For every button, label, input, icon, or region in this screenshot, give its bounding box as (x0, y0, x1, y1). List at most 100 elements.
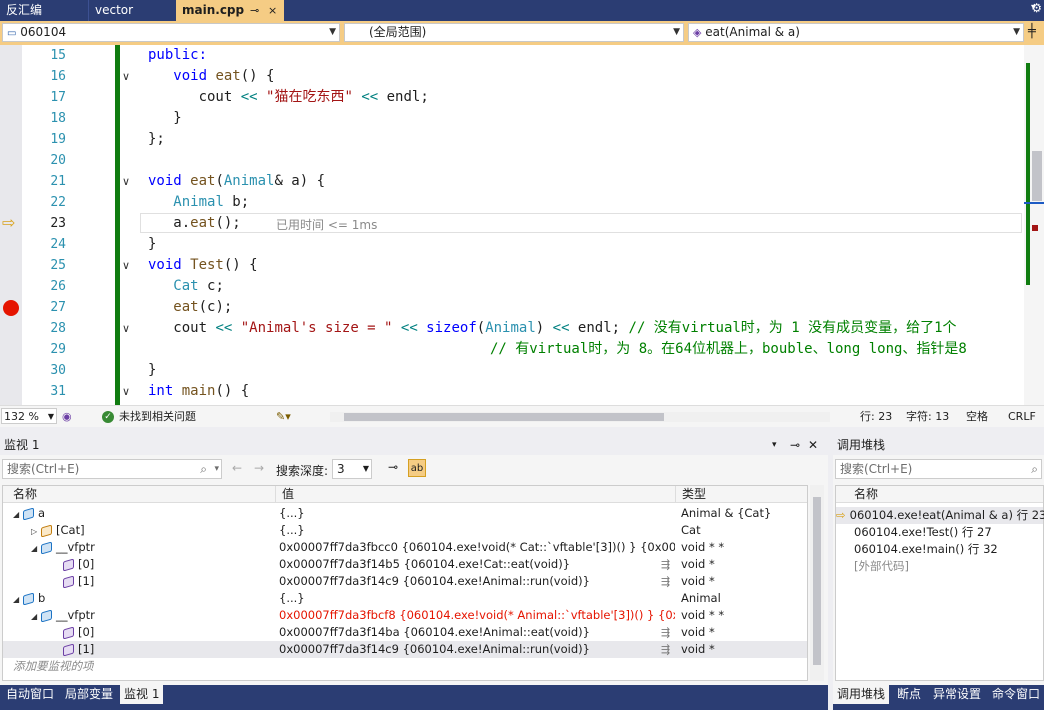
search-icon[interactable]: ⌕ (1031, 460, 1038, 478)
member-dropdown[interactable]: ◈ eat(Animal & a) ▼ (688, 23, 1024, 42)
collapse-arrow-icon[interactable]: ◢ (13, 591, 23, 608)
hex-toggle-icon[interactable]: ab (408, 459, 426, 477)
pin-icon[interactable]: ⊸ (250, 0, 259, 21)
scrollbar-thumb[interactable] (813, 497, 821, 665)
forward-arrow-icon[interactable]: → (254, 461, 264, 475)
tab-disassembly[interactable]: 反汇编 (0, 0, 88, 21)
pin-icon[interactable]: ⊸ (790, 435, 800, 455)
collapse-arrow-icon[interactable]: ◢ (31, 540, 41, 557)
tab-main-cpp[interactable]: main.cpp ⊸ × (176, 0, 284, 21)
add-watch-placeholder[interactable]: 添加要监视的项 (13, 658, 94, 675)
table-row[interactable]: ▷ [Cat] {...} Cat (3, 522, 807, 539)
tab-call-stack[interactable]: 调用堆栈 (833, 685, 890, 704)
expand-arrow-icon[interactable]: ▷ (31, 523, 41, 540)
table-row-selected[interactable]: [1] 0x00007ff7da3f14c9 {060104.exe!Anima… (3, 641, 807, 658)
tab-breakpoints[interactable]: 断点 (893, 685, 925, 704)
visualizer-icon[interactable]: ⇶ (661, 641, 670, 658)
variable-value-changed: 0x00007ff7da3fbcf8 {060104.exe!void(* An… (279, 608, 675, 622)
copilot-icon[interactable]: ◉ (62, 406, 72, 428)
chevron-down-icon: ▼ (47, 412, 54, 421)
table-row[interactable]: [1] 0x00007ff7da3f14c9 {060104.exe!Anima… (3, 573, 807, 590)
fold-chevron-icon[interactable]: ∨ (122, 171, 130, 192)
breakpoint-icon[interactable] (3, 300, 19, 316)
field-icon (63, 558, 74, 571)
keyword: void (173, 68, 208, 84)
function-name: Test (181, 257, 224, 273)
variable-value: 0x00007ff7da3fbcc0 {060104.exe!void(* Ca… (279, 540, 675, 554)
zoom-dropdown[interactable]: 132 % ▼ (1, 408, 57, 424)
fold-chevron-icon[interactable]: ∨ (122, 381, 130, 402)
code-text: a. (173, 215, 191, 231)
column-header-name[interactable]: 名称 (836, 486, 1043, 503)
stack-frame[interactable]: 060104.exe!main() 行 32 (854, 541, 998, 558)
fold-chevron-icon[interactable]: ∨ (122, 66, 130, 87)
watch-vertical-scrollbar[interactable] (810, 485, 824, 681)
tab-autos[interactable]: 自动窗口 (2, 685, 58, 704)
visualizer-icon[interactable]: ⇶ (661, 556, 670, 573)
line-number: 26 (50, 279, 66, 294)
table-row[interactable]: ◢ __vfptr 0x00007ff7da3fbcf8 {060104.exe!… (3, 607, 807, 624)
collapse-arrow-icon[interactable]: ◢ (13, 506, 23, 523)
scrollbar-breakpoint-marker (1032, 225, 1038, 231)
issues-status[interactable]: 未找到相关问题 (119, 406, 196, 428)
settings-gear-icon[interactable]: ⚙ (1031, 1, 1042, 15)
scope-dropdown[interactable]: (全局范围) ▼ (344, 23, 684, 42)
indent-mode[interactable]: 空格 (966, 406, 988, 428)
table-row[interactable]: ◢ a {...} Animal & {Cat} (3, 505, 807, 522)
back-arrow-icon[interactable]: ← (232, 461, 242, 475)
watch-window: 监视 1 ▾ ⊸ ✕ 搜索(Ctrl+E) ⌕ ▾ ← → 搜索深度: 3 ▼ … (0, 435, 828, 685)
tab-command-window[interactable]: 命令窗口 (988, 685, 1044, 704)
tab-vector[interactable]: vector (88, 0, 176, 21)
close-icon[interactable]: × (268, 0, 277, 21)
code-editor[interactable]: ⇨ 15 16 17 18 19 20 21 22 23 24 25 26 27… (0, 45, 1044, 405)
search-depth-dropdown[interactable]: 3 ▼ (332, 459, 372, 479)
add-watch-row[interactable]: 添加要监视的项 (3, 658, 807, 675)
visualizer-icon[interactable]: ⇶ (661, 573, 670, 590)
close-icon[interactable]: ✕ (808, 435, 818, 455)
stack-frame-external[interactable]: [外部代码] (854, 558, 909, 575)
chevron-down-icon[interactable]: ▾ (214, 460, 219, 478)
panel-title: 调用堆栈 (837, 438, 886, 452)
split-window-icon[interactable]: ╪ (1028, 24, 1036, 39)
visualizer-icon[interactable]: ⇶ (661, 624, 670, 641)
code-cleanup-icon[interactable]: ✎▾ (276, 406, 291, 428)
line-indicator[interactable]: 行: 23 (860, 406, 892, 428)
scrollbar-thumb[interactable] (1032, 151, 1042, 201)
project-dropdown[interactable]: ▭ 060104 ▼ (2, 23, 340, 42)
table-row[interactable]: [0] 0x00007ff7da3f14b5 {060104.exe!Cat::… (3, 556, 807, 573)
collapse-arrow-icon[interactable]: ◢ (31, 608, 41, 625)
tab-locals[interactable]: 局部变量 (61, 685, 117, 704)
search-icon[interactable]: ⌕ (200, 460, 207, 478)
line-number: 20 (50, 153, 66, 168)
chevron-down-icon[interactable]: ▾ (772, 435, 777, 455)
code-text: ( (476, 320, 486, 336)
code-text: } (148, 236, 157, 252)
scrollbar-thumb[interactable] (344, 413, 664, 421)
editor-vertical-scrollbar[interactable] (1024, 45, 1044, 405)
table-row[interactable]: ◢ __vfptr 0x00007ff7da3fbcc0 {060104.exe!… (3, 539, 807, 556)
pin-source-icon[interactable]: ⊸ (388, 460, 398, 474)
variable-type: void * * (681, 540, 725, 554)
editor-horizontal-scrollbar[interactable] (330, 412, 830, 422)
callstack-search-input[interactable]: 搜索(Ctrl+E) ⌕ (835, 459, 1042, 479)
line-ending[interactable]: CRLF (1008, 406, 1036, 428)
tab-exception-settings[interactable]: 异常设置 (929, 685, 985, 704)
char-indicator[interactable]: 字符: 13 (906, 406, 949, 428)
column-header-name[interactable]: 名称 (3, 486, 275, 503)
table-row[interactable]: ◢ b {...} Animal (3, 590, 807, 607)
object-icon (23, 507, 34, 520)
table-row[interactable]: [0] 0x00007ff7da3f14ba {060104.exe!Anima… (3, 624, 807, 641)
column-header-type[interactable]: 类型 (675, 486, 807, 503)
stack-frame[interactable]: 060104.exe!Test() 行 27 (854, 524, 992, 541)
line-number: 18 (50, 111, 66, 126)
search-placeholder: 搜索(Ctrl+E) (840, 462, 913, 476)
watch-search-input[interactable]: 搜索(Ctrl+E) ⌕ ▾ (2, 459, 222, 479)
tab-watch-1[interactable]: 监视 1 (120, 685, 164, 704)
stack-frame-label: 060104.exe!main() 行 32 (854, 542, 998, 556)
stack-frame-current[interactable]: ⇨ 060104.exe!eat(Animal & a) 行 23 (836, 507, 1044, 524)
fold-chevron-icon[interactable]: ∨ (122, 255, 130, 276)
search-placeholder: 搜索(Ctrl+E) (7, 462, 80, 476)
code-text: cout (198, 89, 241, 105)
fold-chevron-icon[interactable]: ∨ (122, 318, 130, 339)
column-header-value[interactable]: 值 (275, 486, 675, 503)
